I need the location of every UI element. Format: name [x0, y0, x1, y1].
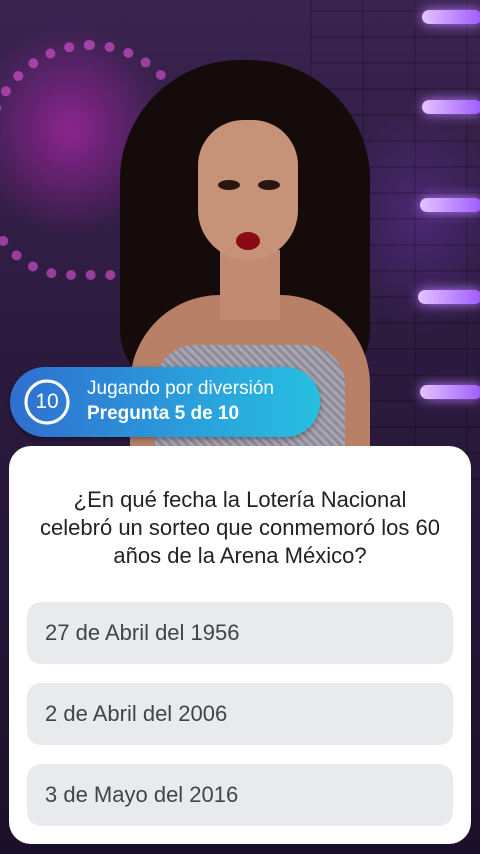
play-mode-label: Jugando por diversión	[87, 378, 274, 399]
status-text-group: Jugando por diversión Pregunta 5 de 10	[87, 377, 274, 427]
countdown-timer-value: 10	[35, 390, 59, 413]
neon-light-bar	[422, 100, 480, 114]
neon-light-bar	[422, 10, 480, 24]
presenter-eye	[258, 180, 280, 190]
question-card: ¿En qué fecha la Lotería Nacional celebr…	[9, 446, 471, 844]
answer-option-label: 27 de Abril del 1956	[45, 620, 240, 645]
neon-light-bar	[420, 385, 480, 399]
neon-light-bar	[420, 198, 480, 212]
answer-option-label: 3 de Mayo del 2016	[45, 782, 239, 807]
question-progress-label: Pregunta 5 de 10	[87, 403, 240, 424]
answer-option-1[interactable]: 27 de Abril del 1956	[27, 602, 453, 664]
presenter-neck	[220, 250, 280, 320]
presenter-mouth	[236, 232, 260, 250]
neon-light-bar	[418, 290, 480, 304]
presenter-face	[198, 120, 298, 260]
answer-option-3[interactable]: 3 de Mayo del 2016	[27, 764, 453, 826]
answer-option-2[interactable]: 2 de Abril del 2006	[27, 683, 453, 745]
question-text: ¿En qué fecha la Lotería Nacional celebr…	[40, 487, 440, 568]
answer-option-label: 2 de Abril del 2006	[45, 701, 228, 726]
game-status-banner: 10 Jugando por diversión Pregunta 5 de 1…	[10, 367, 320, 437]
countdown-ring-icon: 10	[22, 377, 72, 427]
presenter-eye	[218, 180, 240, 190]
